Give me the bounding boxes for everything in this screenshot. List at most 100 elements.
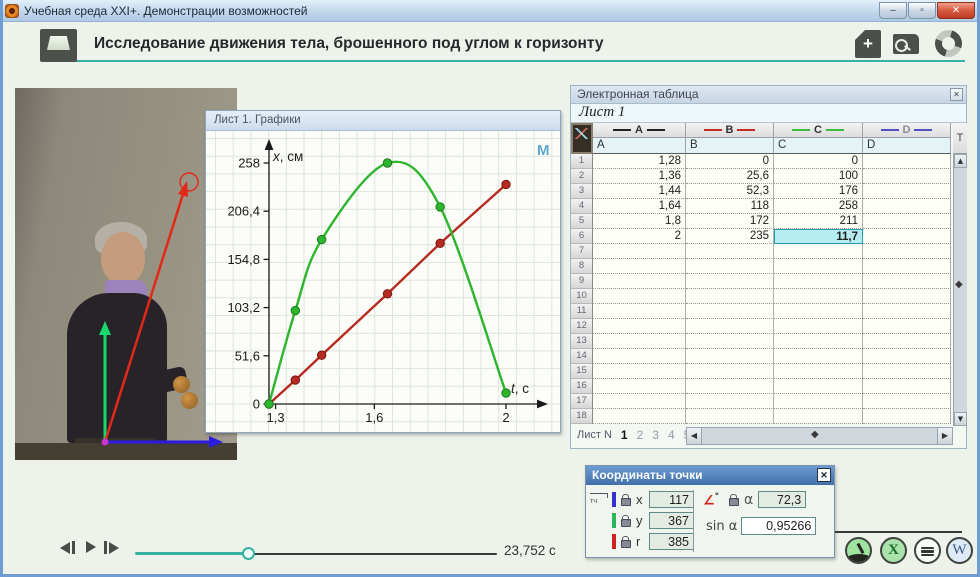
- row-number[interactable]: 10: [571, 289, 593, 304]
- r-value-field[interactable]: 385: [649, 533, 694, 550]
- chart-corner-icon[interactable]: [571, 123, 593, 154]
- row-number[interactable]: 5: [571, 214, 593, 229]
- table-cell[interactable]: [774, 259, 863, 274]
- timeline-slider[interactable]: [135, 547, 497, 560]
- row-number[interactable]: 8: [571, 259, 593, 274]
- row-number[interactable]: 9: [571, 274, 593, 289]
- table-cell[interactable]: 1,28: [593, 154, 686, 169]
- table-cell[interactable]: [686, 274, 774, 289]
- table-cell[interactable]: [774, 394, 863, 409]
- table-cell[interactable]: [593, 364, 686, 379]
- scroll-down-icon[interactable]: ▼: [954, 412, 967, 426]
- table-cell[interactable]: [774, 244, 863, 259]
- table-cell[interactable]: [863, 274, 951, 289]
- table-cell[interactable]: [863, 154, 951, 169]
- window-titlebar[interactable]: Учебная среда XXI+. Демонстрации возможн…: [0, 0, 980, 22]
- column-header-d[interactable]: D: [863, 123, 951, 138]
- table-cell[interactable]: [863, 214, 951, 229]
- table-cell[interactable]: 100: [774, 169, 863, 184]
- table-cell[interactable]: [774, 349, 863, 364]
- table-cell[interactable]: 118: [686, 199, 774, 214]
- table-cell[interactable]: [863, 169, 951, 184]
- video-frame[interactable]: [15, 88, 237, 460]
- table-cell[interactable]: [593, 334, 686, 349]
- step-back-button[interactable]: [60, 541, 75, 554]
- table-cell[interactable]: [686, 379, 774, 394]
- search-folder-icon[interactable]: [893, 34, 919, 54]
- row-number[interactable]: 17: [571, 394, 593, 409]
- table-cell[interactable]: [863, 379, 951, 394]
- sheet-tab-2[interactable]: 2: [637, 428, 644, 442]
- table-cell[interactable]: 25,6: [686, 169, 774, 184]
- new-document-icon[interactable]: +: [855, 30, 881, 58]
- table-cell[interactable]: [593, 304, 686, 319]
- vscroll-thumb[interactable]: ◆: [955, 279, 963, 290]
- table-cell[interactable]: 1,36: [593, 169, 686, 184]
- table-cell[interactable]: [593, 409, 686, 424]
- table-cell[interactable]: [593, 259, 686, 274]
- sheet-tab-3[interactable]: 3: [652, 428, 659, 442]
- table-cell[interactable]: 211: [774, 214, 863, 229]
- table-cell[interactable]: 1,64: [593, 199, 686, 214]
- scroll-right-icon[interactable]: ▶: [937, 428, 952, 444]
- table-cell[interactable]: 1,8: [593, 214, 686, 229]
- w-tool-icon[interactable]: W: [946, 537, 973, 564]
- row-number[interactable]: 15: [571, 364, 593, 379]
- table-cell[interactable]: [863, 229, 951, 244]
- lock-icon[interactable]: [621, 540, 631, 548]
- table-cell[interactable]: 172: [686, 214, 774, 229]
- row-number[interactable]: 16: [571, 379, 593, 394]
- table-cell[interactable]: 52,3: [686, 184, 774, 199]
- table-cell[interactable]: 0: [686, 154, 774, 169]
- table-cell[interactable]: 176: [774, 184, 863, 199]
- table-cell[interactable]: [774, 364, 863, 379]
- table-cell[interactable]: [686, 289, 774, 304]
- step-forward-button[interactable]: [104, 541, 119, 554]
- table-cell[interactable]: [686, 244, 774, 259]
- table-cell[interactable]: [686, 409, 774, 424]
- alpha-value-field[interactable]: 72,3: [758, 491, 806, 508]
- table-cell[interactable]: 2: [593, 229, 686, 244]
- x-value-field[interactable]: 117: [649, 491, 694, 508]
- coords-close-icon[interactable]: ✕: [817, 468, 831, 482]
- table-cell[interactable]: [686, 349, 774, 364]
- subheader-cell[interactable]: C: [774, 138, 863, 154]
- horizontal-scrollbar[interactable]: ◀ ◆ ▶: [686, 427, 953, 445]
- scroll-up-icon[interactable]: ▲: [954, 154, 967, 168]
- table-cell[interactable]: 1,44: [593, 184, 686, 199]
- slider-track[interactable]: [253, 553, 497, 556]
- row-number[interactable]: 14: [571, 349, 593, 364]
- table-cell[interactable]: [686, 304, 774, 319]
- table-cell[interactable]: [774, 379, 863, 394]
- row-number[interactable]: 12: [571, 319, 593, 334]
- table-cell[interactable]: [774, 289, 863, 304]
- y-value-field[interactable]: 367: [649, 512, 694, 529]
- table-cell[interactable]: [863, 304, 951, 319]
- scroll-left-icon[interactable]: ◀: [687, 428, 702, 444]
- lesson-board-icon[interactable]: [40, 29, 77, 62]
- table-cell[interactable]: [863, 244, 951, 259]
- row-number[interactable]: 18: [571, 409, 593, 424]
- table-cell[interactable]: [863, 394, 951, 409]
- column-header-a[interactable]: A: [593, 123, 686, 138]
- table-cell[interactable]: 0: [774, 154, 863, 169]
- coords-panel-title[interactable]: Координаты точки: [586, 466, 834, 485]
- table-cell[interactable]: [774, 304, 863, 319]
- table-cell[interactable]: [593, 394, 686, 409]
- maximize-button[interactable]: ▫: [908, 2, 936, 19]
- row-number[interactable]: 11: [571, 304, 593, 319]
- row-number[interactable]: 4: [571, 199, 593, 214]
- play-button[interactable]: [86, 541, 96, 553]
- vertical-scrollbar[interactable]: ▲ ◆ ▼: [953, 154, 967, 426]
- row-number[interactable]: 13: [571, 334, 593, 349]
- table-cell[interactable]: 258: [774, 199, 863, 214]
- sheet-tab-1[interactable]: 1: [621, 428, 628, 442]
- chart-plot-area[interactable]: 051,6103,2154,8206,42581,31,62x, смt, сM: [206, 131, 560, 432]
- subheader-cell[interactable]: B: [686, 138, 774, 154]
- table-cell[interactable]: [863, 349, 951, 364]
- gauge-icon[interactable]: [845, 537, 872, 564]
- table-cell[interactable]: [863, 184, 951, 199]
- table-cell[interactable]: [686, 394, 774, 409]
- table-cell[interactable]: [774, 334, 863, 349]
- x-tool-icon[interactable]: X: [880, 537, 907, 564]
